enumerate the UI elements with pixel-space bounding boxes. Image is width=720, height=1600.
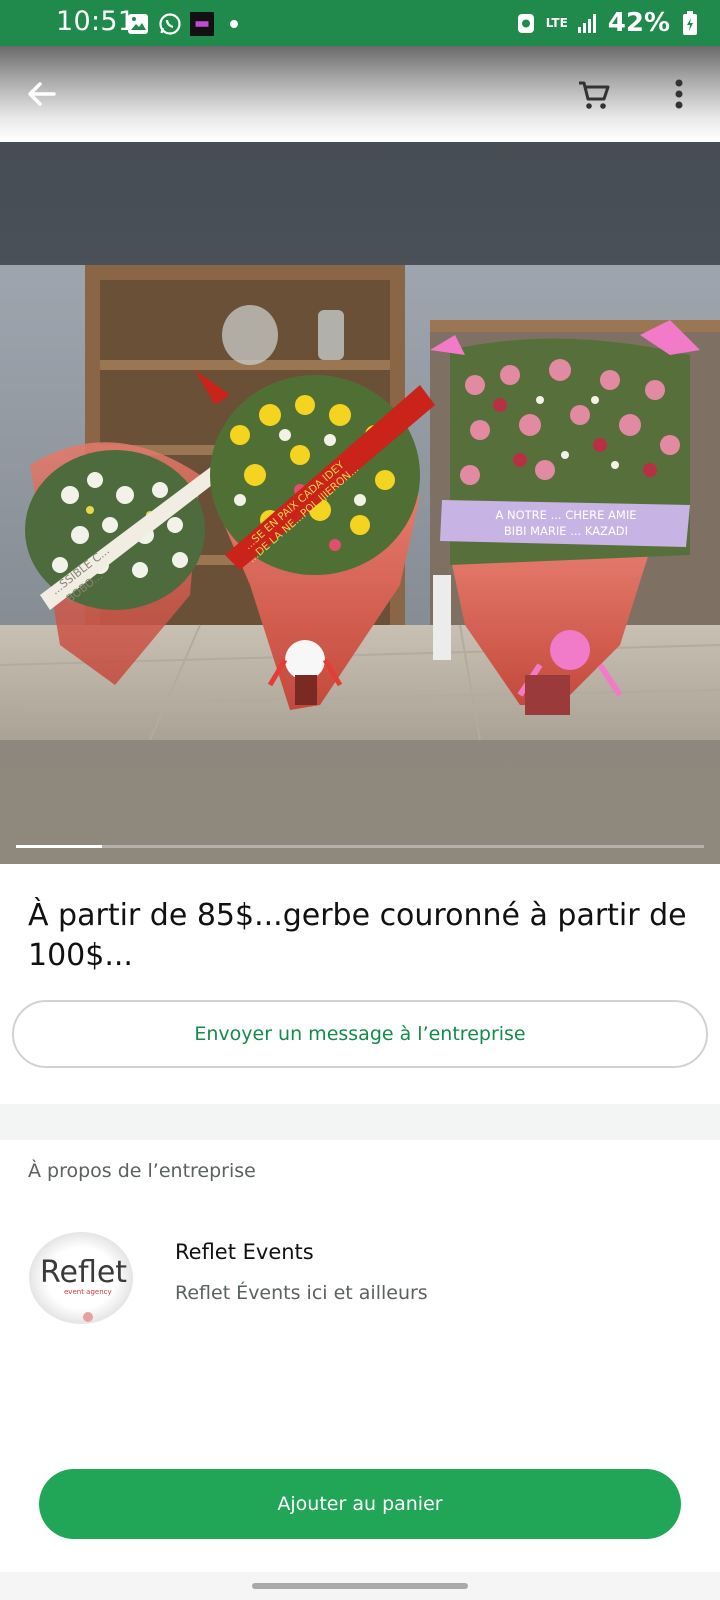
product-image-gallery[interactable]: ...SSIBLE C... BOBO... ...SE EN PAIX CAD… — [0, 142, 720, 864]
product-photo[interactable]: ...SSIBLE C... BOBO... ...SE EN PAIX CAD… — [0, 265, 720, 740]
business-name[interactable]: Reflet Events — [175, 1240, 314, 1264]
signal-icon — [576, 11, 600, 35]
about-business-heading: À propos de l’entreprise — [28, 1160, 256, 1182]
gesture-handle[interactable] — [252, 1583, 468, 1589]
battery-percent: 42% — [607, 8, 670, 38]
app-bar — [0, 46, 720, 142]
arrow-back-icon — [28, 82, 56, 106]
section-divider — [0, 1104, 720, 1140]
add-to-cart-button[interactable]: Ajouter au panier — [39, 1469, 681, 1539]
right-ribbon-text-2: BIBI MARIE ... KAZADI — [504, 524, 628, 538]
data-saver-icon — [514, 11, 538, 35]
gallery-icon — [126, 12, 150, 36]
app-icon — [190, 12, 214, 36]
business-logo[interactable]: Reflet event agency — [28, 1230, 134, 1330]
status-bar: 10:51 LTE 42% — [0, 0, 720, 46]
lte-icon: LTE — [545, 16, 568, 30]
battery-icon — [678, 11, 702, 35]
gallery-progress-track — [16, 845, 704, 848]
system-icons: LTE 42% — [514, 8, 702, 38]
notification-icons — [126, 12, 246, 36]
cart-button[interactable] — [574, 74, 614, 114]
logo-subtext: event agency — [64, 1288, 112, 1296]
back-button[interactable] — [22, 74, 62, 114]
right-ribbon-text-1: A NOTRE ... CHERE AMIE — [495, 508, 636, 522]
logo-text: Reflet — [40, 1255, 127, 1290]
cart-icon — [579, 81, 610, 109]
status-time: 10:51 — [56, 6, 136, 37]
business-description: Reflet Évents ici et ailleurs — [175, 1282, 428, 1304]
dot-icon — [222, 12, 246, 36]
more-options-button[interactable] — [664, 74, 694, 114]
product-title: À partir de 85$...gerbe couronné à parti… — [28, 898, 687, 973]
whatsapp-icon — [158, 12, 182, 36]
gallery-progress-indicator — [16, 845, 102, 848]
more-vert-icon — [675, 79, 683, 109]
message-business-button[interactable]: Envoyer un message à l’entreprise — [12, 1000, 708, 1068]
